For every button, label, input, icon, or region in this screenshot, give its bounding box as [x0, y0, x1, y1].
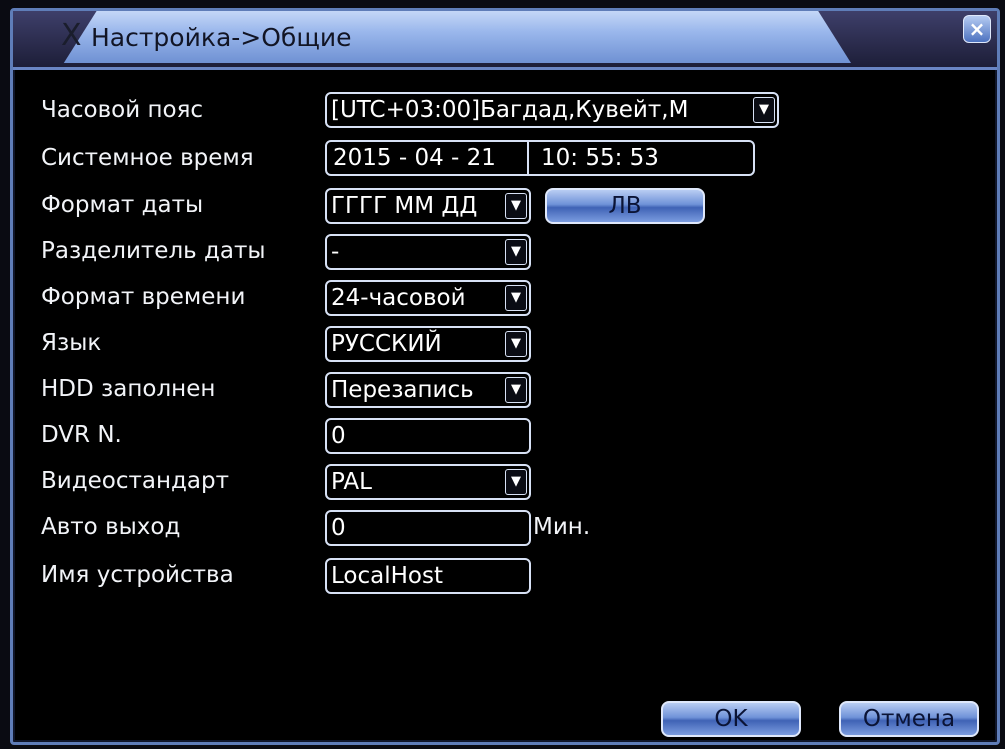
hdd-full-select[interactable]: Перезапись ▼ [325, 372, 531, 408]
title-bar: Ⅹ Настройка->Общие × [13, 11, 997, 67]
language-select[interactable]: РУССКИЙ ▼ [325, 326, 531, 362]
time-format-value: 24-часовой [331, 285, 466, 311]
device-name-value: LocalHost [331, 563, 443, 589]
date-format-label: Формат даты [41, 192, 204, 218]
chevron-down-icon[interactable]: ▼ [505, 193, 527, 219]
device-name-label: Имя устройства [41, 562, 234, 588]
close-button[interactable]: × [963, 15, 991, 43]
settings-window: Ⅹ Настройка->Общие × Часовой пояс [UTC+0… [10, 8, 1000, 745]
auto-logout-input[interactable]: 0 [325, 510, 531, 546]
dvr-no-input[interactable]: 0 [325, 418, 531, 454]
hdd-full-label: HDD заполнен [41, 376, 216, 402]
title-divider [13, 67, 997, 70]
chevron-down-icon[interactable]: ▼ [505, 285, 527, 311]
video-standard-label: Видеостандарт [41, 468, 230, 494]
system-time-field[interactable]: 2015 - 04 - 21 10: 55: 53 [325, 140, 755, 176]
timezone-label: Часовой пояс [41, 97, 204, 123]
date-separator-value: - [331, 239, 340, 265]
system-date-value[interactable]: 2015 - 04 - 21 [333, 142, 496, 174]
dvr-no-label: DVR N. [41, 422, 122, 448]
window-title: Настройка->Общие [91, 23, 352, 52]
video-standard-value: PAL [331, 469, 372, 495]
time-format-label: Формат времени [41, 284, 246, 310]
hdd-full-value: Перезапись [331, 377, 474, 403]
date-separator-select[interactable]: - ▼ [325, 234, 531, 270]
date-separator-label: Разделитель даты [41, 238, 266, 264]
auto-logout-value: 0 [331, 515, 346, 541]
ok-button[interactable]: OK [661, 701, 801, 737]
dvr-no-value: 0 [331, 423, 346, 449]
date-format-select[interactable]: ГГГГ ММ ДД ▼ [325, 188, 531, 224]
cancel-button[interactable]: Отмена [839, 701, 979, 737]
language-label: Язык [41, 330, 102, 356]
dst-button[interactable]: ЛВ [545, 188, 705, 224]
chevron-down-icon[interactable]: ▼ [753, 97, 775, 123]
system-time-value[interactable]: 10: 55: 53 [541, 142, 659, 174]
time-format-select[interactable]: 24-часовой ▼ [325, 280, 531, 316]
chevron-down-icon[interactable]: ▼ [505, 239, 527, 265]
chevron-down-icon[interactable]: ▼ [505, 377, 527, 403]
date-time-divider [527, 142, 529, 174]
video-standard-select[interactable]: PAL ▼ [325, 464, 531, 500]
auto-logout-unit: Мин. [533, 514, 591, 540]
system-time-label: Системное время [41, 145, 254, 171]
tools-icon: Ⅹ [61, 18, 82, 53]
timezone-value: [UTC+03:00]Багдад,Кувейт,М [331, 97, 689, 123]
chevron-down-icon[interactable]: ▼ [505, 331, 527, 357]
language-value: РУССКИЙ [331, 331, 442, 357]
chevron-down-icon[interactable]: ▼ [505, 469, 527, 495]
device-name-input[interactable]: LocalHost [325, 558, 531, 594]
auto-logout-label: Авто выход [41, 514, 181, 540]
timezone-select[interactable]: [UTC+03:00]Багдад,Кувейт,М ▼ [325, 92, 779, 128]
date-format-value: ГГГГ ММ ДД [331, 193, 478, 219]
